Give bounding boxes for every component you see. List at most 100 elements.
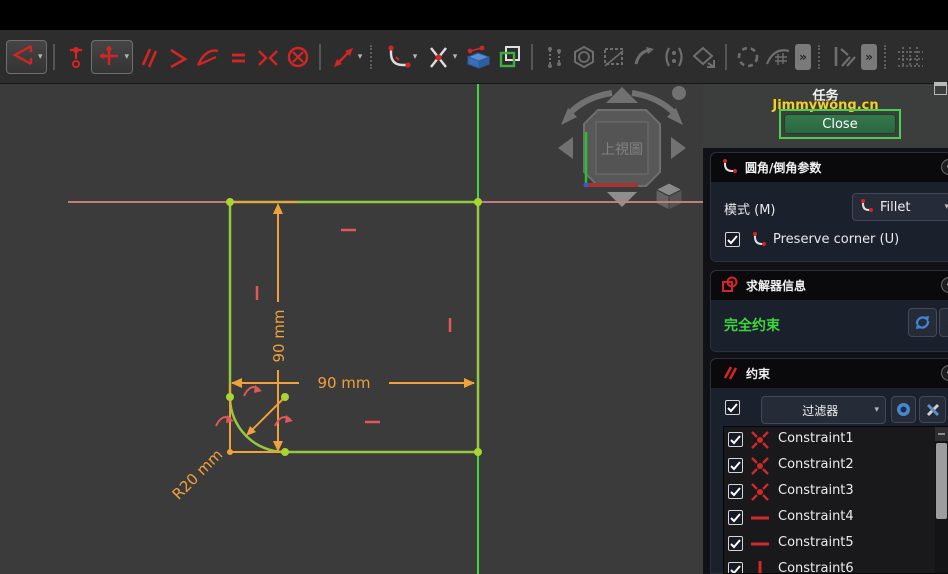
fillet-params-header[interactable]: 圆角/倒角参数 « bbox=[711, 153, 948, 182]
constraints-header[interactable]: 约束 « bbox=[711, 359, 948, 388]
constraint-label[interactable]: Constraint5 bbox=[778, 535, 854, 550]
carbon-copy[interactable] bbox=[461, 42, 495, 72]
float-panel-icon[interactable] bbox=[934, 82, 947, 95]
constraint-checkbox[interactable] bbox=[728, 458, 743, 473]
sketch-canvas[interactable]: 上視圖 bbox=[0, 84, 703, 574]
scrollbar-thumb[interactable] bbox=[936, 443, 947, 519]
rendering-order[interactable] bbox=[829, 42, 859, 72]
constrain-lock-dropdown[interactable]: ▾ bbox=[91, 40, 134, 74]
fillet-mode-dropdown[interactable]: Fillet ▾ bbox=[852, 193, 948, 221]
constraint-checkbox[interactable] bbox=[728, 510, 743, 525]
constraint-checkbox[interactable] bbox=[728, 484, 743, 499]
navcube-left-arrow[interactable] bbox=[558, 137, 573, 159]
chevron-down-icon: ▾ bbox=[38, 52, 43, 62]
dim-horizontal-label[interactable]: 90 mm bbox=[317, 374, 370, 392]
solver-icon bbox=[721, 276, 738, 296]
dimension-dropdown[interactable]: ▾ bbox=[327, 42, 365, 72]
constraint-checkbox[interactable] bbox=[728, 562, 743, 574]
coincident-constraint-icon bbox=[749, 429, 771, 455]
constraint-label[interactable]: Constraint4 bbox=[778, 509, 854, 524]
toolbar-grip[interactable] bbox=[884, 45, 890, 69]
fillet-params-title: 圆角/倒角参数 bbox=[745, 159, 821, 176]
solver-options-dropdown[interactable]: ▾ bbox=[939, 308, 948, 337]
horizontal-constraint-icon bbox=[749, 533, 771, 559]
tangent-constraint-marks[interactable] bbox=[216, 385, 293, 426]
knot-multiplicity[interactable] bbox=[763, 42, 793, 72]
constrain-angle-icon bbox=[10, 42, 36, 72]
toolbar-separator bbox=[725, 44, 727, 70]
navcube-right-arrow[interactable] bbox=[671, 137, 686, 159]
toolbar-grip[interactable] bbox=[818, 45, 824, 69]
bspline-periodic[interactable] bbox=[733, 42, 763, 72]
constraint-checkbox[interactable] bbox=[728, 432, 743, 447]
toolbar-grip[interactable] bbox=[370, 45, 376, 69]
bspline-poles[interactable] bbox=[659, 42, 689, 72]
collapse-section-icon[interactable]: « bbox=[941, 159, 948, 175]
toolbar-separator bbox=[53, 44, 55, 70]
constraint-row[interactable]: Constraint3 bbox=[724, 479, 948, 505]
constraint-row[interactable]: Constraint4 bbox=[724, 505, 948, 531]
preserve-corner-checkbox[interactable] bbox=[725, 232, 740, 247]
collapse-section-icon[interactable]: « bbox=[941, 365, 948, 381]
bspline-control-polygon[interactable] bbox=[569, 42, 599, 72]
fillet-dropdown[interactable]: ▾ bbox=[381, 42, 421, 72]
chevron-down-icon: ▾ bbox=[125, 52, 130, 62]
constrain-perpendicular[interactable] bbox=[163, 42, 193, 72]
constraint-row[interactable]: Constraint5 bbox=[724, 531, 948, 557]
show-hide-constraints-button[interactable] bbox=[891, 396, 916, 423]
constraint-label[interactable]: Constraint2 bbox=[778, 457, 854, 472]
constrain-parallel[interactable] bbox=[133, 42, 163, 72]
constraint-settings-button[interactable] bbox=[919, 396, 946, 423]
constrain-equal[interactable] bbox=[223, 42, 253, 72]
bspline-curvature-comb[interactable] bbox=[599, 42, 629, 72]
constrain-block[interactable] bbox=[283, 42, 313, 72]
constraint-row[interactable]: Constraint2 bbox=[724, 453, 948, 479]
dimensions[interactable] bbox=[230, 202, 474, 452]
constraints-visibility-checkbox[interactable] bbox=[725, 400, 740, 415]
navigation-cube[interactable]: 上視圖 bbox=[558, 86, 686, 210]
toolbar-overflow-2[interactable]: » bbox=[861, 44, 877, 70]
constrain-point-on-object[interactable] bbox=[61, 42, 91, 72]
constraint-checkbox[interactable] bbox=[728, 536, 743, 551]
constrain-symmetric[interactable] bbox=[253, 42, 283, 72]
navcube-down-arrow[interactable] bbox=[607, 192, 637, 207]
constraints-card: 约束 « 过滤器 ▾ ▾ bbox=[710, 358, 948, 574]
constraints-filter-dropdown[interactable]: 过滤器 ▾ bbox=[761, 396, 886, 424]
bspline-bend[interactable] bbox=[629, 42, 659, 72]
navcube-corner-cube[interactable] bbox=[656, 183, 682, 210]
constrain-tangent[interactable] bbox=[193, 42, 223, 72]
solver-status[interactable]: 完全约束 bbox=[724, 315, 780, 335]
solver-info-header[interactable]: 求解器信息 « bbox=[711, 271, 948, 300]
orientation[interactable] bbox=[689, 42, 719, 72]
collapse-section-icon[interactable]: « bbox=[941, 277, 948, 293]
constraint-row[interactable]: Constraint1 bbox=[724, 427, 948, 453]
horizontal-constraint-icon bbox=[749, 507, 771, 533]
constraints-scrollbar[interactable] bbox=[935, 427, 948, 574]
toolbar-separator bbox=[531, 44, 533, 70]
view-section[interactable] bbox=[495, 42, 525, 72]
toolbar-overflow[interactable]: » bbox=[795, 44, 811, 70]
fillet-icon bbox=[859, 198, 874, 217]
constraint-label[interactable]: Constraint6 bbox=[778, 561, 854, 574]
dim-radius-label[interactable]: R20 mm bbox=[169, 446, 227, 504]
close-button[interactable]: Close bbox=[784, 114, 896, 134]
constraint-label[interactable]: Constraint3 bbox=[778, 483, 854, 498]
constraints-title: 约束 bbox=[746, 365, 770, 382]
chevron-down-icon: ▾ bbox=[358, 52, 363, 62]
trim-dropdown[interactable]: ▾ bbox=[421, 42, 461, 72]
constraints-list[interactable]: Constraint1 Constraint2 Constraint3 bbox=[723, 426, 948, 574]
constrain-angle-dropdown[interactable]: ▾ bbox=[6, 40, 47, 74]
solver-refresh-button[interactable] bbox=[908, 308, 937, 337]
scrollbar-top-button[interactable] bbox=[935, 427, 948, 441]
bspline-degree[interactable] bbox=[539, 42, 569, 72]
window-title-strip bbox=[0, 0, 948, 30]
constraint-label[interactable]: Constraint1 bbox=[778, 431, 854, 446]
grid-settings[interactable] bbox=[895, 42, 925, 72]
toolbar-separator bbox=[319, 44, 321, 70]
navcube-home-dot[interactable] bbox=[672, 86, 686, 100]
3d-viewport[interactable]: 上視圖 bbox=[0, 84, 703, 574]
dim-vertical-label[interactable]: 90 mm bbox=[270, 309, 288, 362]
solver-info-card: 求解器信息 « 完全约束 ▾ bbox=[710, 270, 948, 352]
constraint-row[interactable]: Constraint6 bbox=[724, 557, 948, 574]
chevron-down-icon: ▾ bbox=[944, 202, 948, 212]
